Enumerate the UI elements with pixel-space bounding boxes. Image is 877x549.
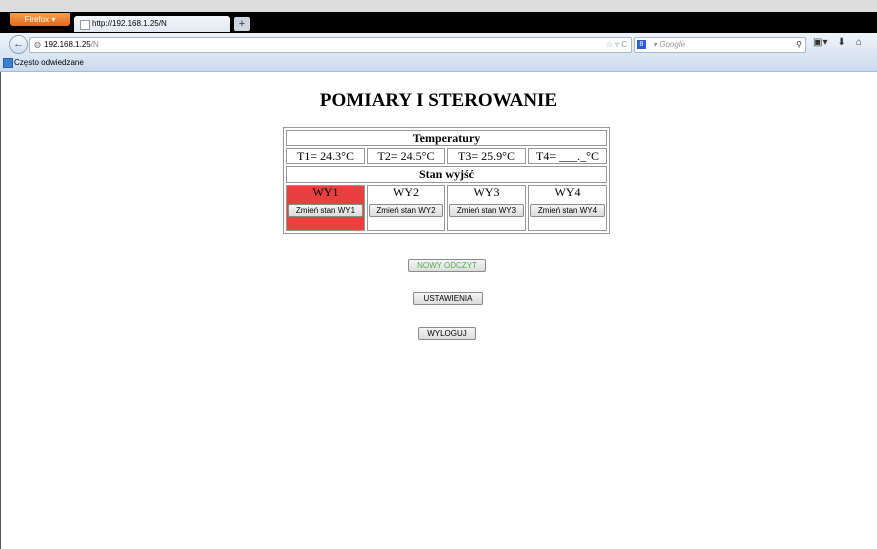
output-label-wy4: WY4 xyxy=(554,185,581,199)
bookmark-most-visited[interactable]: Często odwiedzane xyxy=(14,54,84,71)
logout-button[interactable]: WYLOGUJ xyxy=(418,327,476,340)
firefox-menu-button[interactable]: Firefox ▾ xyxy=(10,13,70,26)
url-text: 192.168.1.25/N xyxy=(44,40,99,49)
toggle-wy4-button[interactable]: Zmień stan WY4 xyxy=(530,204,605,217)
window-top-strip xyxy=(0,0,877,12)
star-icon[interactable]: ☆ xyxy=(606,40,613,49)
firefox-menu-label: Firefox xyxy=(24,15,50,24)
bookmark-folder-icon xyxy=(3,58,13,68)
measurement-table: Temperatury T1= 24.3°C T2= 24.5°C T3= 25… xyxy=(283,127,610,234)
output-label-wy2: WY2 xyxy=(393,185,419,199)
home-icon[interactable]: ⌂ xyxy=(856,37,862,48)
output-label-wy3: WY3 xyxy=(473,185,500,199)
search-icon[interactable]: ⚲ xyxy=(796,38,802,52)
url-input[interactable]: ◍ 192.168.1.25/N ☆ ▿ C xyxy=(29,37,632,53)
temperatures-header: Temperatury xyxy=(286,130,607,146)
toggle-wy2-button[interactable]: Zmień stan WY2 xyxy=(369,204,443,217)
output-label-wy1: WY1 xyxy=(312,185,339,199)
search-engine-label: ▾ Google xyxy=(653,40,686,49)
temperature-t2: T2= 24.5°C xyxy=(367,148,445,164)
search-input[interactable]: 8 ▾ Google ⚲ xyxy=(634,37,806,53)
new-tab-button[interactable]: + xyxy=(234,17,250,31)
bookmarks-bar: Często odwiedzane xyxy=(0,54,877,72)
toolbar-icons: ▣▾ ⬇ ⌂ xyxy=(813,37,872,48)
refresh-button[interactable]: NOWY ODCZYT xyxy=(408,259,486,272)
tab-title: http://192.168.1.25/N xyxy=(92,19,167,28)
globe-icon: ◍ xyxy=(34,40,41,49)
toggle-wy1-button[interactable]: Zmień stan WY1 xyxy=(288,204,363,217)
temperature-t1: T1= 24.3°C xyxy=(286,148,365,164)
settings-button[interactable]: USTAWIENIA xyxy=(413,292,483,305)
outputs-header: Stan wyjść xyxy=(286,166,607,183)
bookmarks-icon[interactable]: ▣▾ xyxy=(813,37,827,48)
back-arrow-icon[interactable]: ← xyxy=(9,35,28,54)
google-icon: 8 xyxy=(637,40,646,49)
url-actions: ☆ ▿ C xyxy=(605,40,627,49)
page-left-border xyxy=(0,72,1,549)
tab-current[interactable]: http://192.168.1.25/N xyxy=(74,16,230,32)
toggle-wy3-button[interactable]: Zmień stan WY3 xyxy=(449,204,524,217)
reload-icon[interactable]: C xyxy=(621,40,627,49)
page-title: POMIARY I STEROWANIE xyxy=(319,90,558,111)
page-favicon-icon xyxy=(80,20,90,30)
download-icon[interactable]: ⬇ xyxy=(837,37,845,48)
temperature-t4: T4= ___._°C xyxy=(528,148,607,164)
temperature-t3: T3= 25.9°C xyxy=(447,148,526,164)
